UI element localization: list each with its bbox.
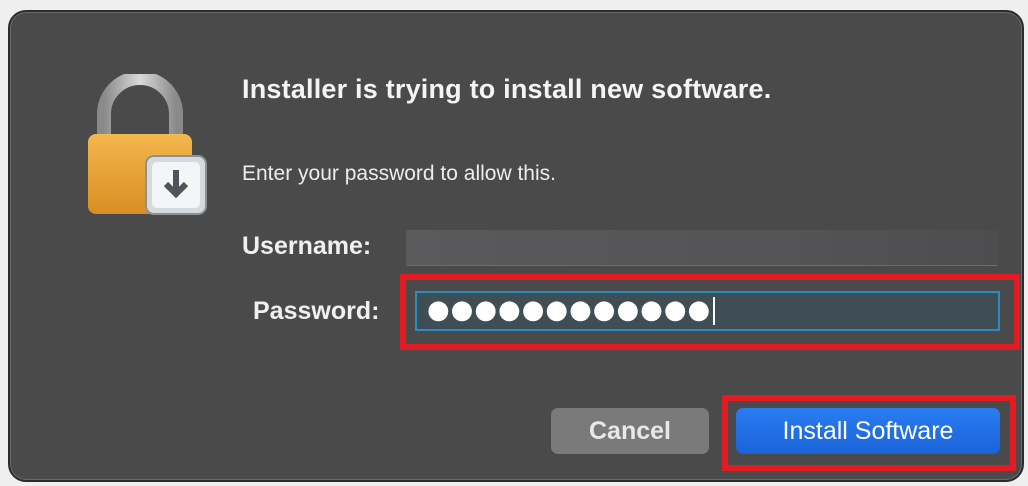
install-software-button[interactable]: Install Software [736, 408, 1000, 454]
cancel-button[interactable]: Cancel [551, 408, 709, 454]
dialog-title: Installer is trying to install new softw… [242, 74, 772, 104]
password-label: Password: [253, 297, 380, 325]
dialog-subtitle: Enter your password to allow this. [242, 162, 556, 185]
auth-dialog: Installer is trying to install new softw… [8, 10, 1024, 482]
password-field[interactable]: ●●●●●●●●●●●● [415, 291, 1000, 331]
username-label: Username: [242, 232, 372, 260]
username-field[interactable] [406, 230, 998, 266]
installer-badge-icon [145, 155, 207, 215]
text-caret [713, 296, 716, 325]
password-masked-text: ●●●●●●●●●●●● [427, 295, 712, 325]
lock-icon [88, 74, 207, 215]
